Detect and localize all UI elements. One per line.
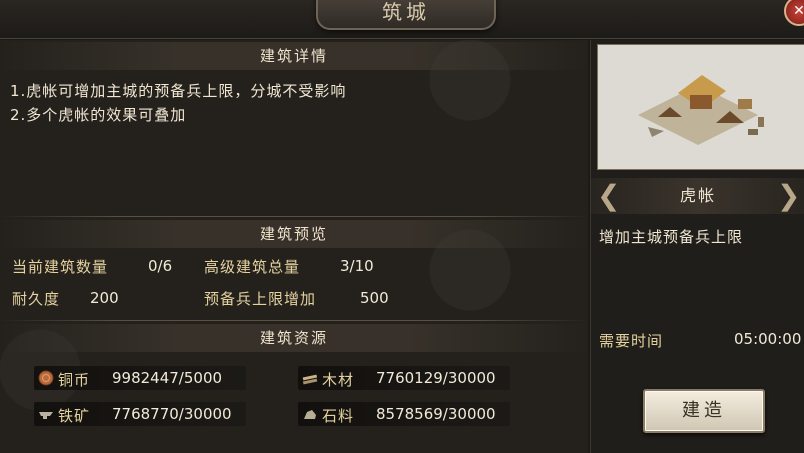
resource-label: 石料 <box>322 407 355 425</box>
advanced-total-value: 3/10 <box>340 257 374 275</box>
building-preview-image <box>597 44 804 170</box>
time-value: 05:00:00 <box>734 330 802 348</box>
next-building-button[interactable]: ❯ <box>777 179 801 212</box>
resource-iron: 铁矿 7768770/30000 <box>34 402 246 426</box>
resource-value: 9982447/5000 <box>112 369 223 387</box>
build-button[interactable]: 建造 <box>643 389 765 433</box>
building-selector: ❮ 虎帐 ❯ <box>591 178 804 214</box>
tiger-tent-illustration <box>598 45 804 169</box>
resource-label: 木材 <box>322 371 355 389</box>
resource-label: 铜币 <box>58 371 91 389</box>
preview-heading: 建筑预览 <box>0 220 588 248</box>
reserve-increase-label: 预备兵上限增加 <box>204 290 317 308</box>
divider <box>0 216 588 217</box>
resource-stone: 石料 8578569/30000 <box>298 402 510 426</box>
resource-copper: 铜币 9982447/5000 <box>34 366 246 390</box>
resources-heading: 建筑资源 <box>0 324 588 352</box>
iron-ore-icon <box>39 412 53 419</box>
reserve-increase-value: 500 <box>360 289 389 307</box>
resource-value: 7768770/30000 <box>112 405 232 423</box>
close-icon: ✕ <box>793 3 804 19</box>
right-panel: ❮ 虎帐 ❯ 增加主城预备兵上限 需要时间 05:00:00 建造 <box>590 40 804 453</box>
window-title: 筑城 <box>316 0 496 30</box>
resource-value: 8578569/30000 <box>376 405 496 423</box>
durability-value: 200 <box>90 289 119 307</box>
resource-wood: 木材 7760129/30000 <box>298 366 510 390</box>
title-bar: 筑城 ✕ <box>0 0 804 39</box>
resource-value: 7760129/30000 <box>376 369 496 387</box>
details-line-1: 1.虎帐可增加主城的预备兵上限，分城不受影响 <box>10 82 347 100</box>
durability-label: 耐久度 <box>12 290 61 308</box>
advanced-total-label: 高级建筑总量 <box>204 258 301 276</box>
resource-label: 铁矿 <box>58 407 91 425</box>
details-line-2: 2.多个虎帐的效果可叠加 <box>10 106 187 124</box>
copper-coin-icon <box>38 370 54 386</box>
current-count-value: 0/6 <box>148 257 173 275</box>
details-heading: 建筑详情 <box>0 42 588 70</box>
wood-icon <box>302 374 318 385</box>
building-effect: 增加主城预备兵上限 <box>599 228 744 246</box>
stone-icon <box>304 410 316 419</box>
building-name: 虎帐 <box>679 186 716 205</box>
close-button[interactable]: ✕ <box>784 0 804 26</box>
chevron-right-icon: ❯ <box>777 179 801 212</box>
left-panel: 建筑详情 1.虎帐可增加主城的预备兵上限，分城不受影响 2.多个虎帐的效果可叠加… <box>0 40 588 453</box>
current-count-label: 当前建筑数量 <box>12 258 109 276</box>
time-label: 需要时间 <box>599 332 664 350</box>
divider <box>0 320 588 321</box>
